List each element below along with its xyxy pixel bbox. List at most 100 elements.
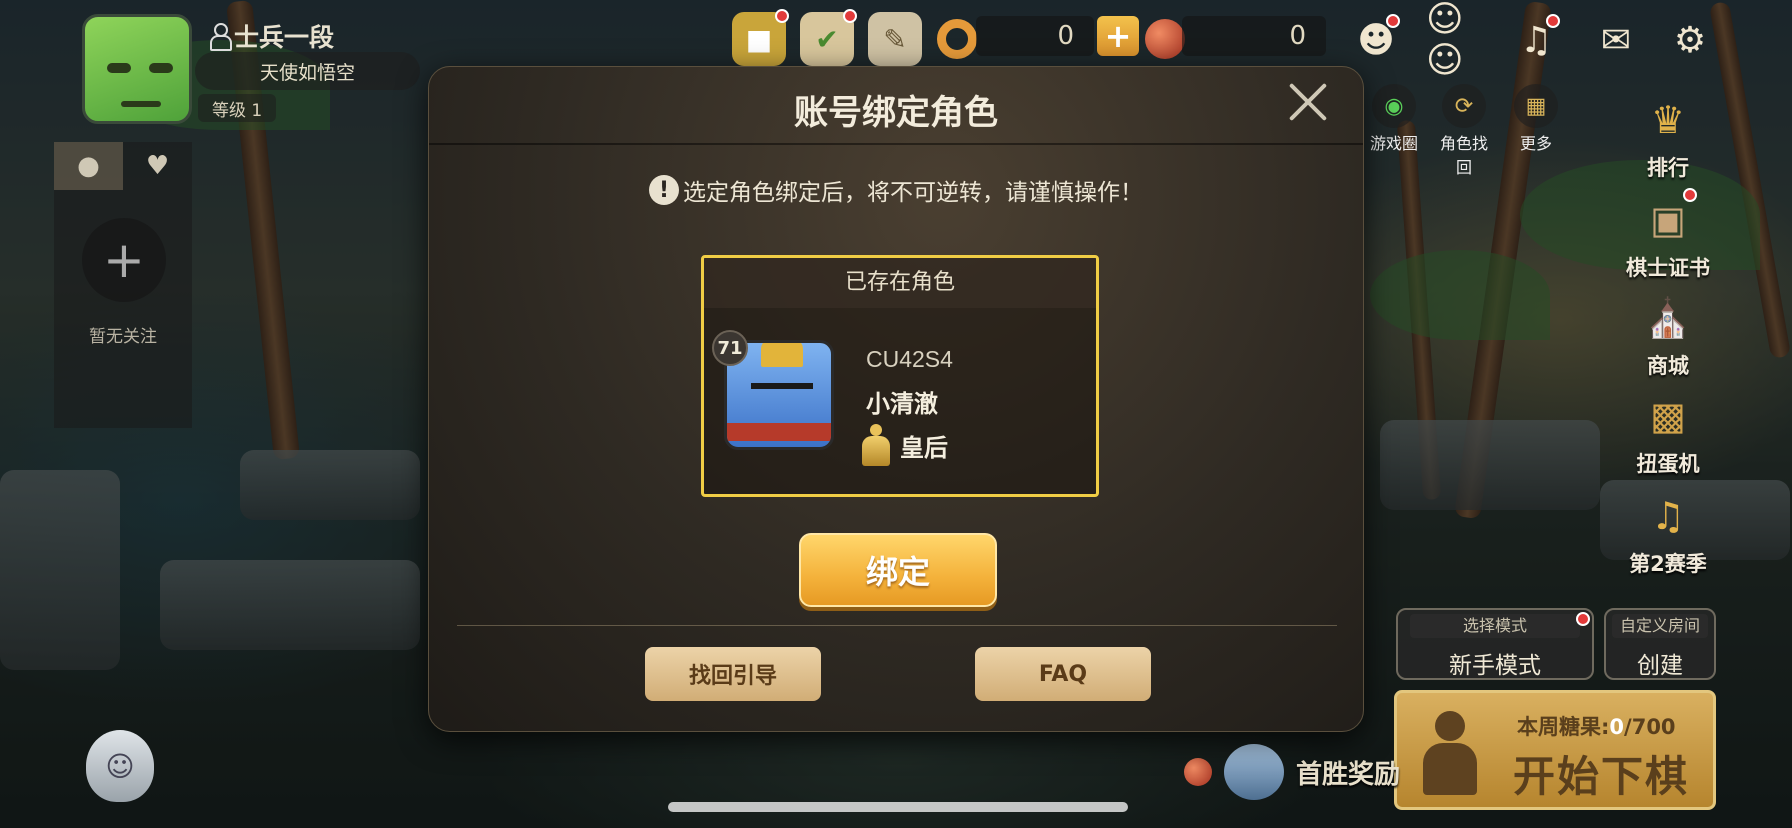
weekly-candy-label: 本周糖果: [1517, 715, 1610, 739]
character-name: 小清澈 [866, 390, 938, 418]
settings-button[interactable]: ⚙ [1660, 12, 1720, 68]
notification-dot [775, 9, 789, 23]
gacha-machine-icon: ▩ [1650, 394, 1686, 438]
character-level-badge: 71 [712, 330, 748, 366]
shop-button[interactable]: ⛪ 商城 [1618, 286, 1718, 380]
grid-icon: ▦ [1525, 93, 1547, 119]
notification-dot [1386, 14, 1400, 28]
game-circle-button[interactable]: ◉ 游戏圈 [1364, 84, 1424, 154]
custom-room-label: 自定义房间 [1612, 614, 1708, 638]
friends-panel: ● ♥ + 暂无关注 [54, 142, 192, 428]
gift-box-button[interactable]: ■ [732, 9, 789, 66]
more-button[interactable]: ▦ 更多 [1506, 84, 1566, 154]
role-recover-button[interactable]: ⟳ 角色找回 [1434, 84, 1494, 178]
envelope-icon: ✉ [1600, 19, 1632, 61]
weekly-candy-current: 0 [1609, 715, 1625, 739]
select-mode-button[interactable]: 选择模式 新手模式 [1396, 608, 1594, 680]
bind-role-dialog: 账号绑定角色 ! 选定角色绑定后，将不可逆转，请谨慎操作！ 已存在角色 71 C… [428, 66, 1364, 732]
certificate-label: 棋士证书 [1626, 256, 1710, 280]
faces-icon: ☺☺ [1426, 0, 1464, 81]
shop-icon: ⛪ [1644, 295, 1692, 340]
ghost-icon: ☺ [105, 749, 135, 783]
notification-dot [1576, 612, 1590, 626]
gacha-button[interactable]: ▩ 扭蛋机 [1618, 384, 1718, 478]
friends-button[interactable]: ☺☺ [1426, 0, 1486, 81]
add-candy-button[interactable]: + [1097, 16, 1139, 56]
notification-dot [843, 9, 857, 23]
first-win-reward[interactable]: 首胜奖励 [1184, 744, 1400, 800]
recover-guide-button[interactable]: 找回引导 [645, 647, 821, 701]
player-rank-label: 士兵一段 [234, 23, 335, 52]
bird-icon [1224, 744, 1284, 800]
divider [457, 625, 1337, 626]
player-avatar[interactable] [82, 14, 192, 124]
recover-icon: ⟳ [1454, 93, 1474, 119]
ball-icon [1184, 758, 1212, 786]
checklist-icon: ✔ [815, 22, 839, 56]
pawn-icon [1423, 711, 1477, 795]
shop-label: 商城 [1647, 354, 1689, 378]
warning-text: 选定角色绑定后，将不可逆转，请谨慎操作！ [683, 180, 1143, 206]
announcement-button[interactable]: ♫ [1506, 12, 1566, 68]
tab-friends[interactable]: ● [54, 142, 123, 190]
notepad-icon: ✎ [883, 22, 907, 56]
friends-icon: ● [77, 151, 100, 181]
ball-count: 0 [1182, 16, 1326, 56]
exclamation-icon: ! [649, 175, 679, 205]
character-card[interactable]: 已存在角色 71 CU42S4 小清澈 皇后 [701, 255, 1099, 497]
checkin-button[interactable]: ✔ [800, 9, 857, 66]
heart-icon: ♥ [145, 151, 170, 181]
add-friend-button[interactable]: + [82, 218, 166, 302]
mail-button[interactable]: ✉ [1586, 12, 1646, 68]
weekly-candy: 本周糖果:0/700 [1517, 711, 1676, 741]
card-header: 已存在角色 [704, 258, 1096, 308]
character-rank: 皇后 [860, 424, 948, 466]
character-rank-label: 皇后 [900, 433, 948, 462]
first-win-label: 首胜奖励 [1296, 759, 1401, 790]
close-button[interactable] [1281, 75, 1335, 129]
queen-icon [860, 424, 892, 466]
select-mode-label: 选择模式 [1409, 614, 1581, 638]
game-circle-label: 游戏圈 [1369, 134, 1418, 153]
gear-icon: ⚙ [1673, 19, 1707, 61]
character-id: CU42S4 [866, 346, 953, 372]
trophy-icon: ♛ [1650, 98, 1686, 142]
profile-card-button[interactable]: ☻ [1346, 12, 1406, 68]
notification-dot [1546, 14, 1560, 28]
notes-button[interactable]: ✎ [868, 12, 922, 66]
player-level: 等级 1 [198, 94, 277, 122]
certificate-icon: ▣ [1650, 198, 1686, 242]
select-mode-value: 新手模式 [1449, 653, 1541, 679]
weekly-candy-total: /700 [1624, 715, 1676, 739]
role-recover-label: 角色找回 [1439, 134, 1488, 177]
gift-icon: ■ [745, 22, 773, 56]
certificate-button[interactable]: ▣ 棋士证书 [1618, 188, 1718, 282]
warning-message: ! 选定角色绑定后，将不可逆转，请谨慎操作！ [429, 173, 1363, 207]
ranking-label: 排行 [1647, 156, 1689, 180]
faq-button[interactable]: FAQ [975, 647, 1151, 701]
season-button[interactable]: ♫ 第2赛季 [1618, 484, 1718, 578]
more-label: 更多 [1519, 134, 1552, 153]
bind-button[interactable]: 绑定 [799, 533, 997, 607]
empty-follow-text: 暂无关注 [89, 327, 157, 347]
home-indicator[interactable] [668, 802, 1128, 812]
season-horn-icon: ♫ [1650, 494, 1686, 538]
player-nickname: 天使如悟空 [195, 52, 420, 90]
custom-room-button[interactable]: 自定义房间 创建 [1604, 608, 1716, 680]
candy-count: 0 [976, 16, 1094, 56]
chat-button[interactable]: ☺ [86, 730, 154, 802]
player-rank: 士兵一段 [210, 18, 334, 54]
game-circle-icon: ◉ [1384, 93, 1404, 119]
start-game-label: 开始下棋 [1513, 752, 1690, 801]
dialog-title: 账号绑定角色 [794, 93, 998, 133]
divider [429, 143, 1363, 145]
start-game-button[interactable]: 本周糖果:0/700 开始下棋 [1394, 690, 1716, 810]
ranking-button[interactable]: ♛ 排行 [1618, 88, 1718, 182]
pawn-icon [210, 23, 232, 51]
tab-follow[interactable]: ♥ [123, 142, 192, 190]
season-label: 第2赛季 [1629, 552, 1707, 576]
gacha-label: 扭蛋机 [1636, 452, 1700, 476]
plus-icon: + [103, 231, 145, 289]
notification-dot [1683, 188, 1697, 202]
custom-room-value: 创建 [1637, 653, 1683, 679]
